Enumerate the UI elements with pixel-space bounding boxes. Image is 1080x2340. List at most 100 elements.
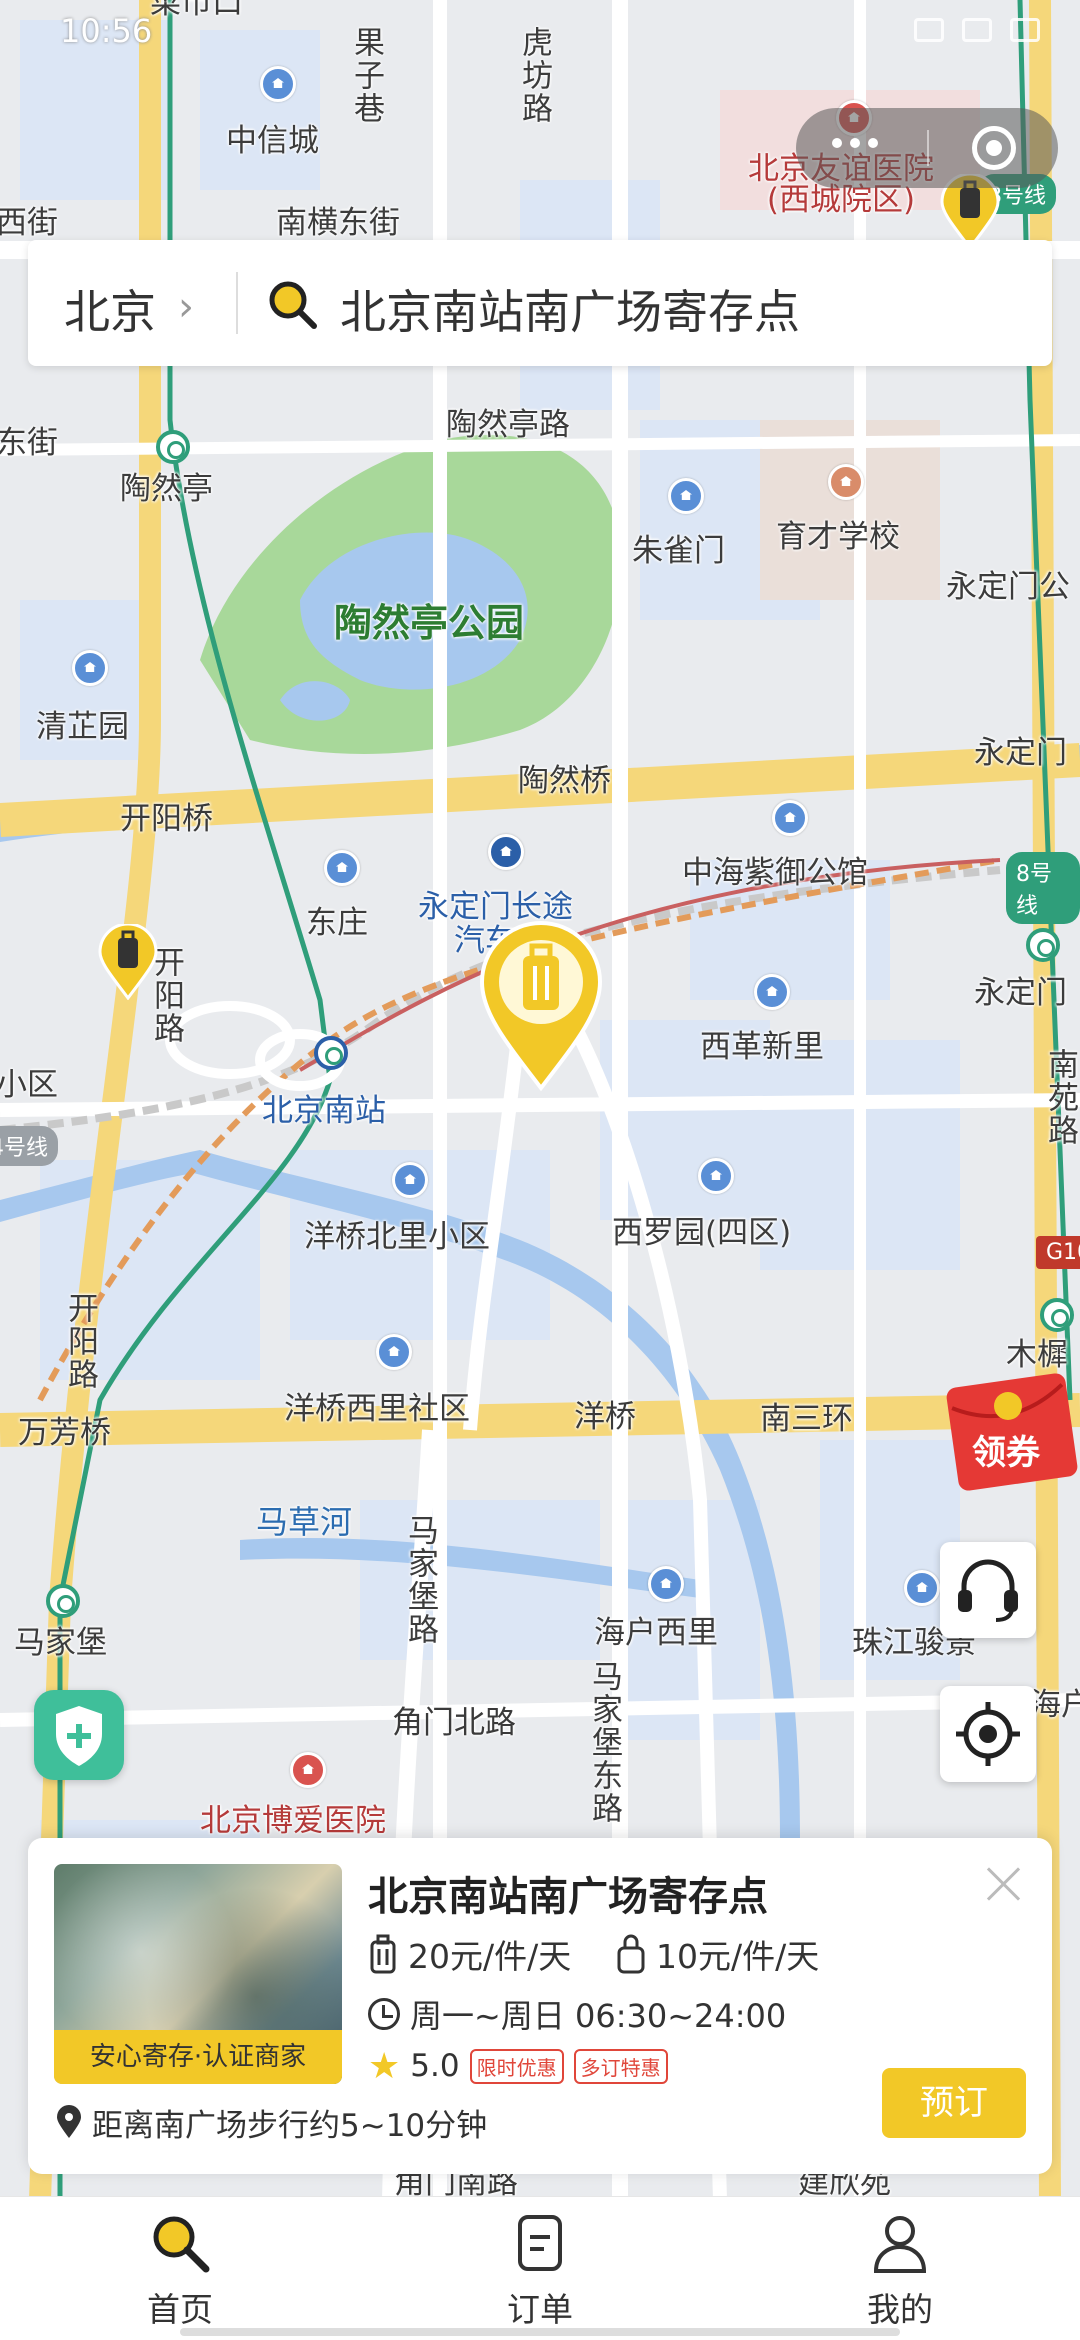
map-label-taoran-bridge: 陶然桥: [518, 763, 611, 799]
mini-program-capsule: [796, 108, 1058, 188]
store-photo[interactable]: 安心寄存·认证商家: [54, 1864, 342, 2084]
location-pin-icon: [57, 2105, 81, 2138]
poi-bus-station-icon: [488, 834, 524, 870]
search-icon: [153, 2216, 210, 2273]
promo-tag-limited: 限时优惠: [469, 2048, 564, 2084]
nav-orders-label: 订单: [507, 2290, 573, 2329]
large-luggage-icon: [370, 1934, 396, 1974]
map-label-taoranting-park: 陶然亭公园: [334, 601, 525, 645]
user-icon: [873, 2216, 927, 2273]
map-label-jiaomen-beilu: 角门北路: [392, 1705, 516, 1741]
nav-tab-home[interactable]: 首页: [90, 2211, 270, 2337]
map-label-xijie: 西街: [0, 205, 58, 241]
close-miniapp-icon[interactable]: [972, 126, 1016, 170]
map-label-yongdingmen-park: 永定门公: [946, 569, 1070, 605]
coupon-label: 领券: [972, 1433, 1041, 1473]
customer-service-button[interactable]: [940, 1542, 1036, 1638]
price-row: 20元/件/天 10元/件/天: [368, 1930, 848, 1978]
map-label-zhuquemen: 朱雀门: [632, 533, 725, 569]
map-label-haihu-xili: 海户西里: [594, 1615, 718, 1651]
nav-home-label: 首页: [147, 2290, 213, 2329]
nav-tab-profile[interactable]: 我的: [810, 2211, 990, 2337]
search-divider: [236, 272, 238, 334]
close-icon[interactable]: [982, 1862, 1026, 1906]
map-label-south3ring: 南三环: [760, 1401, 853, 1437]
poi-residential-icon: [904, 1570, 940, 1606]
map-label-dongzhuang: 东庄: [306, 905, 368, 941]
metro-station-icon: [1026, 928, 1060, 962]
nav-tab-orders[interactable]: 订单: [450, 2211, 630, 2337]
poi-residential-icon: [376, 1334, 412, 1370]
distance-row: 距离南广场步行约5~10分钟: [56, 2100, 487, 2144]
business-hours-text: 周一~周日 06:30~24:00: [410, 1997, 787, 2035]
rating-row: ★ 5.0 限时优惠 多订特惠: [368, 2044, 668, 2088]
promo-tag-multi: 多订特惠: [573, 2048, 668, 2084]
metro-station-icon: [314, 1036, 348, 1070]
poi-residential-icon: [324, 850, 360, 886]
shield-icon: [56, 1706, 102, 1766]
map-label-nanyuan-lu: 南苑路: [1042, 1048, 1078, 1147]
business-hours-row: 周一~周日 06:30~24:00: [368, 1992, 786, 2036]
store-info-card[interactable]: 安心寄存·认证商家 北京南站南广场寄存点 20元/件/天 10元/件/天 周一~…: [28, 1838, 1052, 2174]
star-icon: ★: [368, 2045, 401, 2087]
headset-icon: [958, 1559, 1018, 1622]
poi-hospital-icon: [290, 1752, 326, 1788]
poi-residential-icon: [754, 974, 790, 1010]
large-luggage-price: 20元/件/天: [368, 1930, 571, 1978]
map-label-xiqu: 小区: [0, 1067, 58, 1103]
map-label-yangqiao-xili: 洋桥西里社区: [284, 1391, 470, 1427]
order-list-icon: [518, 2215, 562, 2271]
map-label-wanfang-bridge: 万芳桥: [18, 1415, 111, 1451]
metro-station-icon: [1040, 1298, 1074, 1332]
map-label-beijing-south: 北京南站: [262, 1093, 386, 1129]
map-label-xiluoyuan: 西罗园(四区): [612, 1215, 792, 1251]
map-label-yongdingmen-bus: 永定门长途: [418, 889, 573, 925]
book-button[interactable]: 预订: [882, 2068, 1026, 2138]
locker-location-pin[interactable]: [98, 924, 158, 1000]
map-label-kaiyang-lu2: 开阳路: [62, 1292, 98, 1391]
coupon-button[interactable]: 领券: [946, 1372, 1080, 1492]
city-selector[interactable]: 北京: [64, 276, 156, 342]
rating-value: 5.0: [410, 2048, 460, 2084]
status-icons: [914, 18, 1040, 42]
safety-shield-button[interactable]: [34, 1690, 124, 1780]
store-name: 北京南站南广场寄存点: [368, 1874, 768, 1920]
small-luggage-price: 10元/件/天: [616, 1930, 819, 1978]
locate-me-button[interactable]: [940, 1686, 1036, 1782]
more-menu-icon[interactable]: [832, 138, 878, 148]
search-icon: [269, 281, 317, 329]
wifi-icon: [962, 18, 992, 42]
poi-residential-icon: [392, 1162, 428, 1198]
map-label-majiapu: 马家堡: [14, 1625, 107, 1661]
large-luggage-price-text: 20元/件/天: [408, 1937, 572, 1976]
distance-text: 距离南广场步行约5~10分钟: [92, 2107, 488, 2144]
poi-residential-icon: [668, 478, 704, 514]
map-label-yangqiao-beili: 洋桥北里小区: [304, 1219, 490, 1255]
search-input[interactable]: 北京南站南广场寄存点: [340, 276, 800, 342]
battery-icon: [1010, 18, 1040, 42]
search-bar[interactable]: 北京 › 北京南站南广场寄存点: [28, 240, 1052, 366]
selected-store-pin[interactable]: [478, 920, 604, 1092]
map-label-majiapu-donglu: 马家堡东路: [586, 1660, 622, 1825]
certified-badge: 安心寄存·认证商家: [54, 2030, 342, 2084]
signal-icon: [914, 18, 944, 42]
map-label-kaiyang-bridge: 开阳桥: [120, 801, 213, 837]
map-label-taoranting-lu: 陶然亭路: [446, 407, 570, 443]
small-luggage-price-text: 10元/件/天: [656, 1937, 820, 1976]
map-label-haihu: 海户: [1030, 1687, 1080, 1723]
map-label-line4: 4号线: [0, 1126, 58, 1166]
nav-mine-label: 我的: [867, 2290, 933, 2329]
chevron-right-icon: ›: [178, 284, 194, 330]
map-label-yongdingmen-right: 永定门: [974, 735, 1067, 771]
poi-residential-icon: [72, 650, 108, 686]
map-label-zhongxincheng: 中信城: [226, 123, 319, 159]
status-bar: 10:56: [0, 0, 1080, 60]
locate-icon: [956, 1702, 1020, 1766]
poi-school-icon: [828, 464, 864, 500]
map-label-yongdingmen-right2: 永定门: [974, 975, 1067, 1011]
poi-residential-icon: [772, 800, 808, 836]
poi-residential-icon: [698, 1158, 734, 1194]
map-label-xige-xinli: 西革新里: [700, 1029, 824, 1065]
map-label-zhonghai-ziyu: 中海紫御公馆: [682, 855, 868, 891]
poi-residential-icon: [260, 66, 296, 102]
